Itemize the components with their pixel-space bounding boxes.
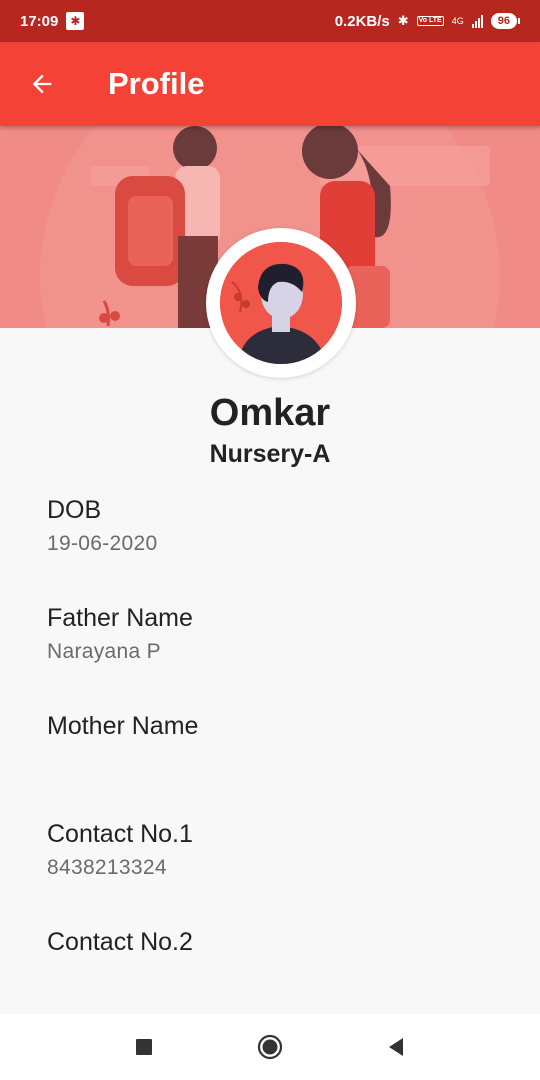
battery-level: 96 <box>490 13 517 29</box>
field-label: Contact No.2 <box>47 928 193 956</box>
student-class: Nursery-A <box>209 440 331 468</box>
bluetooth-notification-icon: ✱ <box>66 12 85 30</box>
avatar <box>206 228 356 378</box>
field-value: Narayana P <box>47 640 161 663</box>
home-circle-icon <box>257 1034 283 1060</box>
back-triangle-icon <box>389 1038 403 1056</box>
field-label: DOB <box>47 496 102 524</box>
field-value: 19-06-2020 <box>47 532 158 555</box>
signal-icon <box>471 14 483 28</box>
field-label: Father Name <box>47 604 193 632</box>
field-label: Contact No.1 <box>47 820 193 848</box>
field-contact-1: Contact No.1 8438213324 <box>47 820 193 880</box>
network-speed: 0.2KB/s <box>334 12 390 30</box>
field-mother-name: Mother Name <box>47 712 198 748</box>
status-right: 0.2KB/s ✱ Vo LTE 4G 96 <box>335 13 520 30</box>
field-dob: DOB 19-06-2020 <box>47 496 157 556</box>
home-button[interactable] <box>250 1027 290 1067</box>
field-contact-2: Contact No.2 <box>47 928 193 964</box>
status-bar: 17:09 ✱ 0.2KB/s ✱ Vo LTE 4G 96 <box>0 0 540 42</box>
bluetooth-icon: ✱ <box>397 13 409 28</box>
avatar-image <box>220 242 342 364</box>
status-time: 17:09 <box>20 12 59 30</box>
field-father-name: Father Name Narayana P <box>47 604 193 664</box>
field-value: 8438213324 <box>47 856 167 879</box>
back-button[interactable] <box>10 52 74 116</box>
battery-icon: 96 <box>490 13 520 29</box>
person-icon <box>220 242 342 364</box>
student-name: Omkar <box>209 392 331 434</box>
arrow-back-icon <box>32 74 52 94</box>
status-left: 17:09 ✱ <box>20 12 85 30</box>
page-title: Profile <box>108 66 205 101</box>
app-bar: Profile <box>0 42 540 126</box>
field-label: Mother Name <box>47 712 199 740</box>
volte-icon: Vo LTE <box>416 16 444 26</box>
recents-square-icon <box>136 1039 152 1055</box>
network-type: 4G <box>451 16 464 26</box>
nav-back-button[interactable] <box>376 1027 416 1067</box>
recents-button[interactable] <box>124 1027 164 1067</box>
system-nav-bar <box>0 1014 540 1080</box>
